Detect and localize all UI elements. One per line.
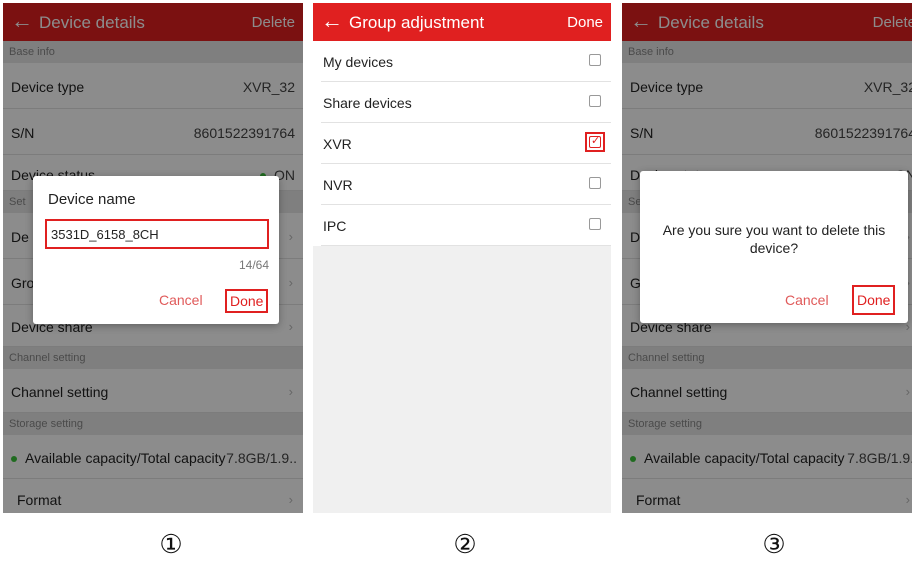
checked-checkbox-icon[interactable]: ✓ [589, 135, 601, 148]
page-title: Group adjustment [349, 13, 485, 32]
device-name-input[interactable]: 3531D_6158_8CH [45, 219, 269, 249]
list-item[interactable]: XVR ✓ [321, 123, 611, 164]
step-number-3: ③ [762, 529, 786, 559]
item-label: My devices [323, 54, 394, 70]
input-value: 3531D_6158_8CH [51, 227, 159, 242]
rename-dialog: Device name 3531D_6158_8CH 14/64 Cancel … [33, 176, 279, 324]
checkbox-icon[interactable] [589, 95, 601, 107]
checkbox-icon[interactable] [589, 177, 601, 189]
screen-device-details-rename: ← Device details Delete Base info Device… [3, 3, 303, 513]
delete-confirm-dialog: Are you sure you want to delete this dev… [640, 171, 908, 323]
cancel-button[interactable]: Cancel [159, 292, 203, 308]
char-counter: 14/64 [238, 258, 269, 272]
group-list: My devices Share devices XVR ✓ NVR IPC [313, 41, 611, 246]
checkbox-icon[interactable] [589, 218, 601, 230]
item-label: Share devices [323, 95, 412, 111]
screen-group-adjustment: ← Group adjustment Done My devices Share… [313, 3, 611, 513]
list-item[interactable]: Share devices [321, 82, 611, 123]
checkmark-icon: ✓ [591, 135, 601, 147]
item-label: NVR [323, 177, 353, 193]
dialog-message: Are you sure you want to delete this dev… [662, 222, 886, 256]
step-number-2: ② [453, 529, 477, 559]
done-button[interactable]: Done [225, 289, 269, 313]
item-label: IPC [323, 218, 347, 234]
list-item[interactable]: My devices [321, 41, 611, 82]
checkbox-highlight: ✓ [585, 132, 605, 152]
cancel-button[interactable]: Cancel [785, 292, 829, 308]
item-label: XVR [323, 136, 352, 152]
step-number-1: ① [159, 529, 183, 559]
checkbox-icon[interactable] [589, 54, 601, 66]
done-button[interactable]: Done [567, 14, 603, 32]
top-bar: ← Group adjustment Done [313, 3, 611, 41]
back-arrow-icon[interactable]: ← [321, 8, 343, 34]
list-item[interactable]: IPC [321, 205, 611, 246]
screen-device-details-delete: ← Device details Delete Base info Device… [622, 3, 912, 513]
list-item[interactable]: NVR [321, 164, 611, 205]
done-button[interactable]: Done [852, 285, 896, 315]
dialog-title: Device name [48, 191, 136, 208]
